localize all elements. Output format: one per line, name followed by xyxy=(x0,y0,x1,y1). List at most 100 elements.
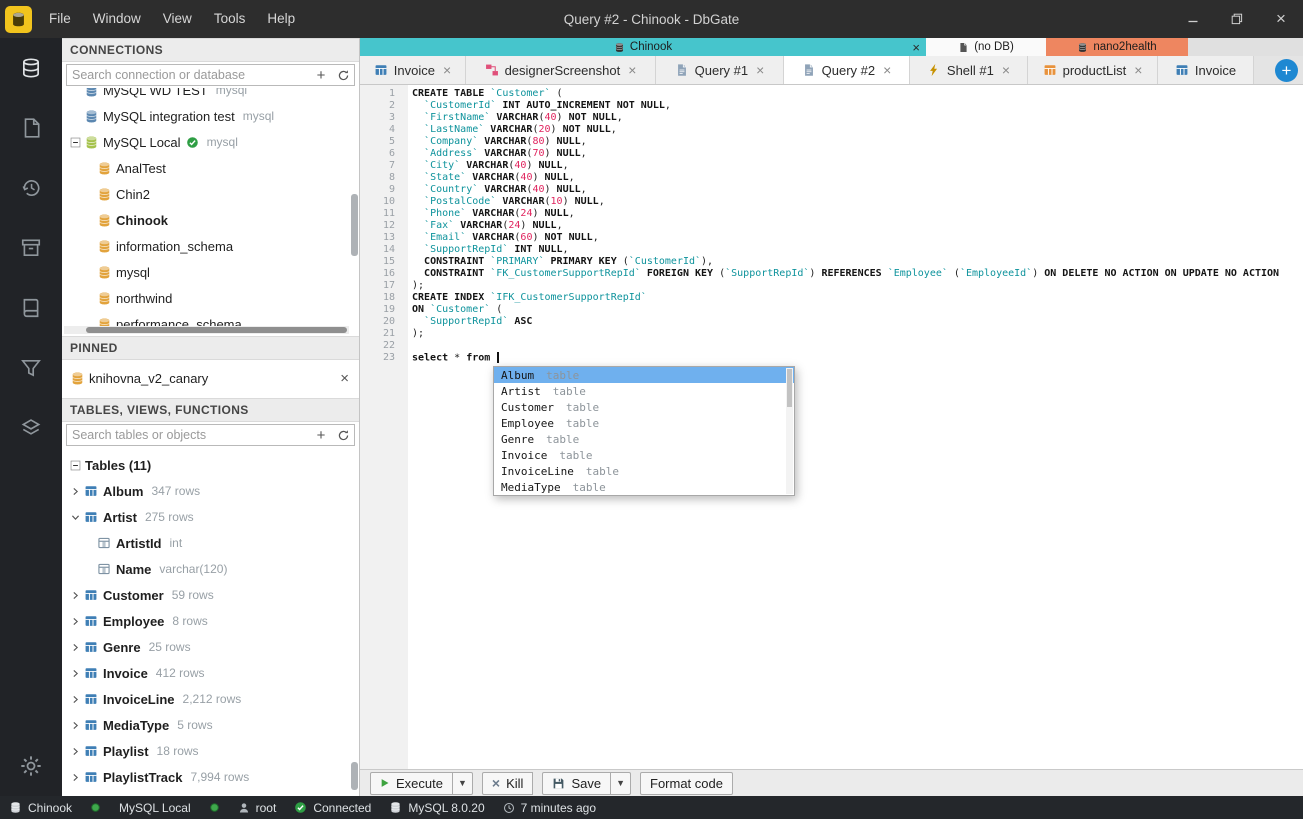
new-tab-button[interactable]: + xyxy=(1275,59,1298,82)
save-button[interactable]: Save xyxy=(542,771,612,795)
close-tab-icon[interactable]: × xyxy=(443,62,451,78)
execute-dropdown-button[interactable]: ▼ xyxy=(452,771,473,795)
table-item-invoice[interactable]: Invoice 412 rows xyxy=(62,660,359,686)
table-item-playlisttrack[interactable]: PlaylistTrack 7,994 rows xyxy=(62,764,359,790)
collapse-icon[interactable] xyxy=(66,460,84,471)
autocomplete-item-invoiceline[interactable]: InvoiceLine table xyxy=(494,463,794,479)
autocomplete-scrollbar-thumb[interactable] xyxy=(787,369,792,407)
connection-item-mysql-local[interactable]: MySQL Local mysql xyxy=(62,129,359,155)
connections-hscrollbar[interactable] xyxy=(64,326,349,334)
activity-settings-button[interactable] xyxy=(0,736,62,796)
menu-file[interactable]: File xyxy=(38,0,82,38)
database-item-chinook[interactable]: Chinook xyxy=(62,207,359,233)
restore-button[interactable] xyxy=(1215,0,1259,38)
tab-designerscreenshot[interactable]: designerScreenshot × xyxy=(466,56,656,84)
database-item-analtest[interactable]: AnalTest xyxy=(62,155,359,181)
autocomplete-scrollbar[interactable] xyxy=(786,368,793,494)
tab-query-1[interactable]: Query #1 × xyxy=(656,56,784,84)
tab-group-nano2health[interactable]: nano2health xyxy=(1046,38,1188,56)
section-item-tables-11[interactable]: Tables (11) xyxy=(62,452,359,478)
execute-button[interactable]: Execute xyxy=(370,771,453,795)
expand-icon[interactable] xyxy=(66,773,84,782)
tab-productlist[interactable]: productList × xyxy=(1028,56,1158,84)
expand-icon[interactable] xyxy=(66,695,84,704)
autocomplete-item-employee[interactable]: Employee table xyxy=(494,415,794,431)
close-tab-icon[interactable]: × xyxy=(883,62,891,78)
table-item-invoiceline[interactable]: InvoiceLine 2,212 rows xyxy=(62,686,359,712)
close-tab-icon[interactable]: × xyxy=(1134,62,1142,78)
collapse-chevron-icon[interactable] xyxy=(66,513,84,522)
expand-icon[interactable] xyxy=(66,487,84,496)
table-item-album[interactable]: Album 347 rows xyxy=(62,478,359,504)
expand-icon[interactable] xyxy=(66,721,84,730)
tab-invoice[interactable]: Invoice × xyxy=(360,56,466,84)
database-item-mysql[interactable]: mysql xyxy=(62,259,359,285)
activity-archive-button[interactable] xyxy=(0,218,62,278)
tab-invoice[interactable]: Invoice xyxy=(1158,56,1254,84)
close-tab-icon[interactable]: × xyxy=(628,62,636,78)
refresh-connections-button[interactable] xyxy=(332,65,354,85)
expand-icon[interactable] xyxy=(66,669,84,678)
add-table-button[interactable]: + xyxy=(310,425,332,445)
autocomplete-item-artist[interactable]: Artist table xyxy=(494,383,794,399)
expand-icon[interactable] xyxy=(66,591,84,600)
sql-editor[interactable]: 1 2 3 4 5 6 7 8 9 10 11 12 13 14 15 16 17 18 19 20 21 22 23 CR… xyxy=(360,85,1303,769)
autocomplete-item-mediatype[interactable]: MediaType table xyxy=(494,479,794,495)
close-group-icon[interactable]: × xyxy=(912,41,920,54)
database-item-chin2[interactable]: Chin2 xyxy=(62,181,359,207)
status-mysql-local[interactable]: MySQL Local xyxy=(110,796,200,819)
activity-filter-button[interactable] xyxy=(0,338,62,398)
add-connection-button[interactable]: + xyxy=(310,65,332,85)
activity-docs-button[interactable] xyxy=(0,278,62,338)
menu-help[interactable]: Help xyxy=(256,0,306,38)
expand-icon[interactable] xyxy=(66,643,84,652)
pinned-item-knihovna-v2-canary[interactable]: knihovna_v2_canary × xyxy=(62,365,359,391)
activity-plugins-button[interactable] xyxy=(0,398,62,458)
hscrollbar-thumb[interactable] xyxy=(86,327,347,333)
close-tab-icon[interactable]: × xyxy=(1002,62,1010,78)
collapse-icon[interactable] xyxy=(66,137,84,148)
menu-window[interactable]: Window xyxy=(82,0,152,38)
table-item-employee[interactable]: Employee 8 rows xyxy=(62,608,359,634)
status-chinook[interactable]: Chinook xyxy=(0,796,81,819)
close-tab-icon[interactable]: × xyxy=(756,62,764,78)
tab-group-chinook[interactable]: Chinook × xyxy=(360,38,926,56)
connection-item-mysql-wd-test[interactable]: MySQL WD TEST mysql xyxy=(62,88,359,103)
activity-files-button[interactable] xyxy=(0,98,62,158)
format-code-button[interactable]: Format code xyxy=(640,771,733,795)
table-item-genre[interactable]: Genre 25 rows xyxy=(62,634,359,660)
activity-connections-button[interactable] xyxy=(0,38,62,98)
autocomplete-item-customer[interactable]: Customer table xyxy=(494,399,794,415)
table-item-artist[interactable]: Artist 275 rows xyxy=(62,504,359,530)
column-item-name[interactable]: Name varchar(120) xyxy=(62,556,359,582)
autocomplete-item-invoice[interactable]: Invoice table xyxy=(494,447,794,463)
column-item-artistid[interactable]: ArtistId int xyxy=(62,530,359,556)
table-item-customer[interactable]: Customer 59 rows xyxy=(62,582,359,608)
expand-icon[interactable] xyxy=(66,617,84,626)
refresh-tables-button[interactable] xyxy=(332,425,354,445)
table-item-mediatype[interactable]: MediaType 5 rows xyxy=(62,712,359,738)
close-button[interactable]: × xyxy=(1259,0,1303,38)
table-item-playlist[interactable]: Playlist 18 rows xyxy=(62,738,359,764)
menu-tools[interactable]: Tools xyxy=(203,0,257,38)
menu-view[interactable]: View xyxy=(152,0,203,38)
unpin-close-icon[interactable]: × xyxy=(340,370,349,387)
database-item-northwind[interactable]: northwind xyxy=(62,285,359,311)
kill-button[interactable]: × Kill xyxy=(481,771,534,795)
connections-vscrollbar-thumb[interactable] xyxy=(351,194,358,256)
database-item-information-schema[interactable]: information_schema xyxy=(62,233,359,259)
tab-query-2[interactable]: Query #2 × xyxy=(784,56,910,84)
activity-history-button[interactable] xyxy=(0,158,62,218)
tab-shell-1[interactable]: Shell #1 × xyxy=(910,56,1028,84)
autocomplete-item-album[interactable]: Album table xyxy=(494,367,794,383)
tables-vscrollbar-thumb[interactable] xyxy=(351,762,358,790)
connections-search-input[interactable] xyxy=(67,68,310,82)
connection-item-mysql-integration-test[interactable]: MySQL integration test mysql xyxy=(62,103,359,129)
save-dropdown-button[interactable]: ▼ xyxy=(611,771,631,795)
autocomplete-item-genre[interactable]: Genre table xyxy=(494,431,794,447)
minimize-button[interactable] xyxy=(1171,0,1215,38)
expand-icon[interactable] xyxy=(66,747,84,756)
tables-search-input[interactable] xyxy=(67,428,310,442)
tab-group-no-db[interactable]: (no DB) xyxy=(926,38,1046,56)
activity-top xyxy=(0,38,62,458)
